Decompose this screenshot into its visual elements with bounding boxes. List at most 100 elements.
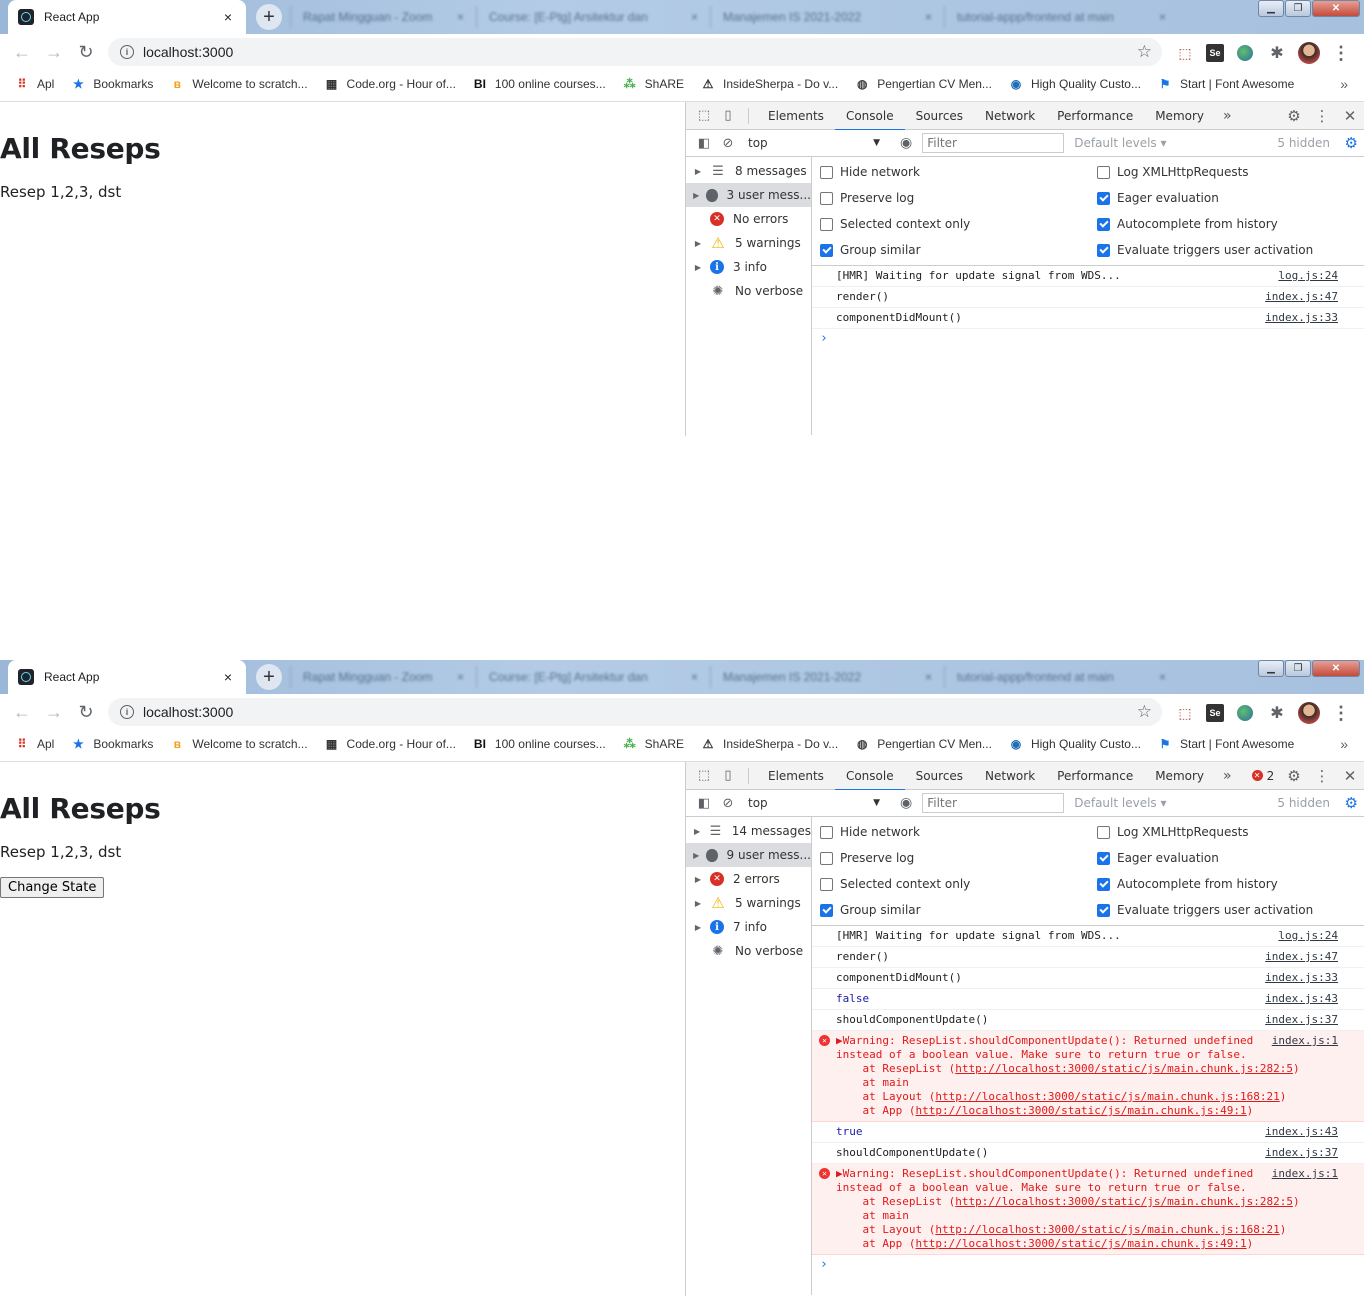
log-levels-dropdown[interactable]: Default levels ▾ bbox=[1074, 796, 1166, 810]
checkbox[interactable] bbox=[820, 243, 833, 257]
source-link[interactable]: index.js:1 bbox=[1272, 1034, 1338, 1048]
background-tab-close-icon[interactable]: × bbox=[925, 10, 932, 24]
pdf-extension-icon[interactable]: ⬚ bbox=[1174, 702, 1196, 724]
extensions-puzzle-icon[interactable]: ✱ bbox=[1266, 702, 1288, 724]
devtools-close-icon[interactable]: ✕ bbox=[1336, 107, 1364, 125]
console-setting[interactable]: Log XMLHttpRequests bbox=[1089, 159, 1364, 185]
address-bar[interactable]: i localhost:3000 ☆ bbox=[108, 38, 1162, 66]
background-tab[interactable]: Manajemen IS 2021-2022 × bbox=[710, 666, 942, 688]
forward-button[interactable]: → bbox=[38, 702, 70, 723]
background-tab[interactable]: Rapat Mingguan - Zoom × bbox=[290, 6, 474, 28]
console-settings-gear-icon[interactable]: ⚙ bbox=[1345, 794, 1358, 812]
bookmark-item[interactable]: ʙ Welcome to scratch... bbox=[169, 76, 308, 92]
clear-console-icon[interactable]: ⊘ bbox=[716, 796, 740, 811]
source-link[interactable]: index.js:43 bbox=[1265, 1125, 1338, 1139]
bookmark-item[interactable]: ★ Bookmarks bbox=[70, 736, 153, 752]
stack-frame-link[interactable]: http://localhost:3000/static/js/main.chu… bbox=[935, 1223, 1279, 1236]
globe-extension-icon[interactable] bbox=[1234, 702, 1256, 724]
console-setting[interactable]: Group similar bbox=[812, 897, 1089, 923]
tab-close-icon[interactable]: × bbox=[220, 669, 236, 685]
console-sidebar-item[interactable]: ▶ 9 user mess... bbox=[686, 843, 811, 867]
background-tab-close-icon[interactable]: × bbox=[1159, 10, 1166, 24]
console-sidebar-item[interactable]: ▶ ⚠ 5 warnings bbox=[686, 231, 811, 255]
source-link[interactable]: index.js:47 bbox=[1265, 950, 1338, 964]
background-tab[interactable]: Course: [E-Ptg] Arsitektur dan × bbox=[476, 6, 708, 28]
bookmark-item[interactable]: ◉ High Quality Custo... bbox=[1008, 736, 1141, 752]
console-setting[interactable]: Autocomplete from history bbox=[1089, 211, 1364, 237]
inspect-element-icon[interactable]: ⬚ bbox=[692, 768, 716, 783]
source-link[interactable]: index.js:1 bbox=[1272, 1167, 1338, 1181]
console-sidebar-item[interactable]: ▶ ⚠ 5 warnings bbox=[686, 891, 811, 915]
source-link[interactable]: index.js:33 bbox=[1265, 311, 1338, 325]
console-prompt[interactable]: › bbox=[812, 1255, 1364, 1272]
checkbox[interactable] bbox=[1097, 243, 1110, 257]
clear-console-icon[interactable]: ⊘ bbox=[716, 136, 740, 151]
bookmark-item[interactable]: ⚠ InsideSherpa - Do v... bbox=[700, 76, 839, 92]
background-tab[interactable]: tutorial-appp/frontend at main × bbox=[944, 6, 1176, 28]
devtools-settings-icon[interactable]: ⚙ bbox=[1280, 767, 1308, 785]
stack-frame-link[interactable]: http://localhost:3000/static/js/main.chu… bbox=[915, 1237, 1246, 1250]
expand-arrow-icon[interactable]: ▶ bbox=[686, 167, 710, 176]
devtools-settings-icon[interactable]: ⚙ bbox=[1280, 107, 1308, 125]
console-setting[interactable]: Evaluate triggers user activation bbox=[1089, 237, 1364, 263]
tab-network[interactable]: Network bbox=[974, 102, 1046, 130]
bookmark-item[interactable]: ⁂ ShARE bbox=[622, 736, 684, 752]
console-setting[interactable]: Hide network bbox=[812, 819, 1089, 845]
expand-arrow-icon[interactable]: ▶ bbox=[686, 191, 706, 200]
bookmark-item[interactable]: ★ Bookmarks bbox=[70, 76, 153, 92]
site-info-icon[interactable]: i bbox=[120, 45, 134, 59]
extensions-puzzle-icon[interactable]: ✱ bbox=[1266, 42, 1288, 64]
minimize-button[interactable]: ▁ bbox=[1258, 660, 1284, 677]
live-expression-eye-icon[interactable]: ◉ bbox=[900, 795, 912, 811]
bookmark-item[interactable]: ⠿ Apl bbox=[14, 76, 55, 92]
console-setting[interactable]: Eager evaluation bbox=[1089, 185, 1364, 211]
sidebar-toggle-icon[interactable]: ◧ bbox=[692, 136, 716, 151]
more-tabs-icon[interactable]: » bbox=[1215, 108, 1240, 124]
bookmark-item[interactable]: ⚑ Start | Font Awesome bbox=[1157, 76, 1295, 92]
tab-performance[interactable]: Performance bbox=[1046, 102, 1144, 130]
checkbox[interactable] bbox=[820, 825, 833, 839]
context-selector[interactable]: top ▼ bbox=[748, 796, 886, 810]
console-setting[interactable]: Log XMLHttpRequests bbox=[1089, 819, 1364, 845]
console-setting[interactable]: Evaluate triggers user activation bbox=[1089, 897, 1364, 923]
console-setting[interactable]: Eager evaluation bbox=[1089, 845, 1364, 871]
tab-elements[interactable]: Elements bbox=[757, 102, 835, 130]
console-setting[interactable]: Selected context only bbox=[812, 211, 1089, 237]
expand-arrow-icon[interactable]: ▶ bbox=[686, 899, 710, 908]
bookmark-item[interactable]: ⚠ InsideSherpa - Do v... bbox=[700, 736, 839, 752]
checkbox[interactable] bbox=[820, 191, 833, 205]
checkbox[interactable] bbox=[820, 877, 833, 891]
bookmark-item[interactable]: ⠿ Apl bbox=[14, 736, 55, 752]
new-tab-button[interactable]: + bbox=[256, 664, 282, 690]
reload-button[interactable]: ↻ bbox=[70, 702, 102, 723]
source-link[interactable]: index.js:47 bbox=[1265, 290, 1338, 304]
expand-arrow-icon[interactable]: ▶ bbox=[686, 263, 710, 272]
checkbox[interactable] bbox=[1097, 191, 1110, 205]
change-state-button[interactable]: Change State bbox=[0, 877, 105, 898]
address-bar[interactable]: i localhost:3000 ☆ bbox=[108, 698, 1162, 726]
pdf-extension-icon[interactable]: ⬚ bbox=[1174, 42, 1196, 64]
close-window-button[interactable]: ✕ bbox=[1312, 0, 1360, 17]
devtools-menu-icon[interactable]: ⋮ bbox=[1308, 767, 1336, 785]
source-link[interactable]: index.js:33 bbox=[1265, 971, 1338, 985]
expand-arrow-icon[interactable]: ▶ bbox=[686, 875, 710, 884]
checkbox[interactable] bbox=[1097, 825, 1110, 839]
bookmark-item[interactable]: BI 100 online courses... bbox=[472, 76, 606, 92]
console-setting[interactable]: Selected context only bbox=[812, 871, 1089, 897]
stack-frame-link[interactable]: http://localhost:3000/static/js/main.chu… bbox=[955, 1195, 1293, 1208]
console-sidebar-item[interactable]: ▶ i 3 info bbox=[686, 255, 811, 279]
close-window-button[interactable]: ✕ bbox=[1312, 660, 1360, 677]
expand-arrow-icon[interactable]: ▶ bbox=[686, 851, 706, 860]
tab-console[interactable]: Console bbox=[834, 762, 905, 791]
browser-menu-icon[interactable]: ⋮ bbox=[1330, 42, 1352, 64]
console-sidebar-item[interactable]: ▶ ✕ 2 errors bbox=[686, 867, 811, 891]
checkbox[interactable] bbox=[1097, 903, 1110, 917]
tab-performance[interactable]: Performance bbox=[1046, 762, 1144, 790]
source-link[interactable]: index.js:37 bbox=[1265, 1013, 1338, 1027]
console-setting[interactable]: Preserve log bbox=[812, 185, 1089, 211]
device-toolbar-icon[interactable]: ▯ bbox=[716, 768, 740, 783]
bookmarks-overflow-icon[interactable]: » bbox=[1340, 76, 1348, 92]
back-button[interactable]: ← bbox=[6, 702, 38, 723]
tab-memory[interactable]: Memory bbox=[1144, 762, 1215, 790]
bookmark-item[interactable]: BI 100 online courses... bbox=[472, 736, 606, 752]
